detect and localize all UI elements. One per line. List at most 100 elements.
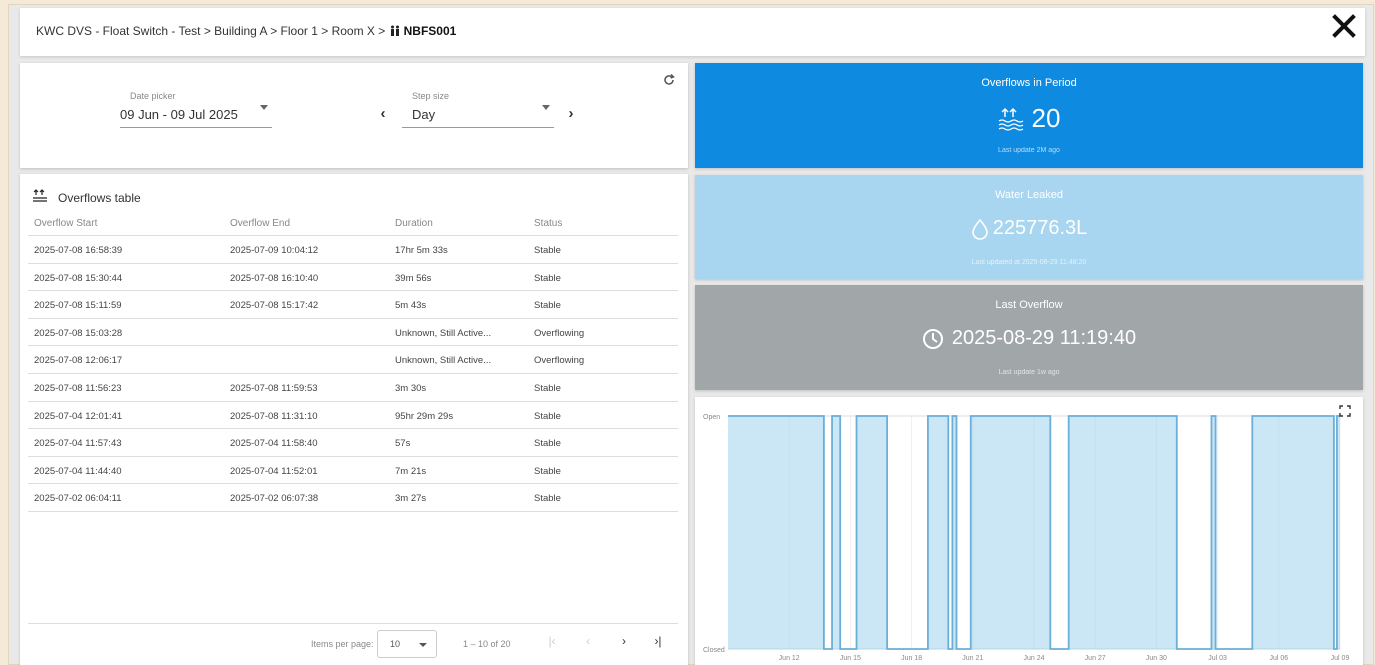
column-header[interactable]: Status	[534, 218, 562, 229]
clock-icon	[922, 328, 943, 349]
refresh-icon[interactable]	[662, 73, 676, 87]
cell-overflow-start: 2025-07-08 15:30:44	[34, 272, 123, 284]
cell-status: Overflowing	[534, 327, 585, 339]
breadcrumb: KWC DVS - Float Switch - Test > Building…	[36, 24, 456, 38]
step-prev-button[interactable]: ‹	[376, 105, 390, 122]
cell-duration: 5m 43s	[395, 300, 427, 312]
cell-overflow-start: 2025-07-08 15:11:59	[34, 300, 122, 312]
chevron-down-icon	[542, 105, 550, 110]
chevron-down-icon	[419, 643, 427, 647]
table-row[interactable]: 2025-07-08 15:03:28 Unknown, Still Active…	[28, 319, 678, 347]
last-page-button[interactable]: ›|	[650, 634, 666, 652]
column-header[interactable]: Overflow Start	[34, 218, 97, 229]
x-tick-label: Jun 12	[779, 655, 800, 662]
prev-page-button[interactable]: ‹	[580, 634, 596, 652]
table-row[interactable]: 2025-07-08 15:11:59 2025-07-08 15:17:42 5m…	[28, 291, 678, 319]
overflows-table-card: Overflows table Overflow Start Overflow …	[20, 174, 688, 665]
tile-value-row: 20	[695, 103, 1363, 134]
next-page-button[interactable]: ›	[616, 634, 632, 652]
cell-overflow-end: 2025-07-08 16:10:40	[230, 272, 319, 284]
x-tick-label: Jul 06	[1269, 655, 1288, 662]
water-leaked-value: 225776.3L	[992, 217, 1088, 239]
column-header[interactable]: Duration	[395, 218, 433, 229]
cell-overflow-end: 2025-07-09 10:04:12	[230, 245, 319, 256]
people-icon	[390, 25, 399, 36]
x-tick-label: Jul 03	[1208, 655, 1227, 662]
cell-duration: 95hr 29m 29s	[395, 410, 454, 422]
water-leaked-tile: Water Leaked 225776.3L Last updated at 2…	[695, 175, 1363, 279]
step-size-select[interactable]: Step size Day	[402, 91, 554, 128]
items-per-page-label: Items per page:	[311, 639, 374, 649]
fullscreen-icon[interactable]	[1339, 405, 1351, 417]
cell-overflow-end: 2025-07-08 11:31:10	[230, 410, 318, 422]
x-tick-label: Jun 24	[1023, 655, 1044, 662]
date-picker[interactable]: Date picker 09 Jun - 09 Jul 2025	[120, 91, 272, 128]
table-row[interactable]: 2025-07-04 11:57:43 2025-07-04 11:58:40 57…	[28, 429, 678, 457]
breadcrumb-path[interactable]: KWC DVS - Float Switch - Test > Building…	[36, 24, 385, 38]
cell-overflow-end: 2025-07-02 06:07:38	[230, 493, 319, 505]
cell-duration: 3m 30s	[395, 382, 427, 394]
tile-subtitle: Last update 2M ago	[998, 147, 1060, 154]
step-next-button[interactable]: ›	[564, 105, 578, 122]
table-row[interactable]: 2025-07-08 15:30:44 2025-07-08 16:10:40 39…	[28, 264, 678, 292]
cell-status: Stable	[534, 382, 561, 394]
cell-overflow-end: 2025-07-04 11:58:40	[230, 438, 318, 450]
tile-title: Last Overflow	[995, 299, 1063, 311]
device-name: NBFS001	[403, 24, 457, 38]
table-row[interactable]: 2025-07-04 11:44:40 2025-07-04 11:52:01 7m…	[28, 457, 678, 485]
cell-overflow-start: 2025-07-04 11:44:40	[34, 465, 122, 477]
x-tick-label: Jun 15	[840, 655, 861, 662]
date-picker-label: Date picker	[130, 91, 176, 101]
overflows-in-period-tile: Overflows in Period 20 Last update 2M ag…	[695, 63, 1363, 168]
cell-overflow-start: 2025-07-08 12:06:17	[34, 355, 123, 367]
table-body: 2025-07-08 16:58:39 2025-07-09 10:04:12 17…	[28, 236, 678, 512]
cell-status: Stable	[534, 493, 561, 505]
water-level-icon	[998, 107, 1023, 131]
first-page-button[interactable]: |‹	[544, 634, 560, 652]
cell-status: Stable	[534, 465, 561, 477]
column-header[interactable]: Overflow End	[230, 218, 290, 229]
cell-status: Stable	[534, 272, 561, 284]
cell-overflow-start: 2025-07-08 16:58:39	[34, 245, 123, 256]
cell-status: Stable	[534, 438, 561, 450]
table-row[interactable]: 2025-07-08 12:06:17 Unknown, Still Active…	[28, 346, 678, 374]
tile-title: Water Leaked	[994, 189, 1064, 201]
cell-duration: 39m 56s	[395, 272, 432, 284]
x-tick-label: Jun 27	[1085, 655, 1106, 662]
table-row[interactable]: 2025-07-08 16:58:39 2025-07-09 10:04:12 17…	[28, 236, 678, 264]
cell-overflow-start: 2025-07-04 11:57:43	[34, 438, 122, 450]
cell-duration: Unknown, Still Active...	[395, 355, 492, 367]
x-tick-label: Jun 30	[1146, 655, 1167, 662]
water-level-icon	[33, 189, 47, 202]
cell-status: Stable	[534, 245, 561, 256]
x-tick-label: Jun 18	[901, 655, 922, 662]
date-picker-value: 09 Jun - 09 Jul 2025	[120, 107, 238, 122]
step-size-value: Day	[412, 107, 436, 122]
close-icon[interactable]	[1331, 13, 1357, 39]
cell-duration: Unknown, Still Active...	[395, 327, 492, 339]
paginator: Items per page: 10 1 – 10 of 20 |‹ ‹ › ›…	[28, 623, 678, 663]
cell-overflow-start: 2025-07-04 12:01:41	[34, 410, 123, 422]
tile-value-row: 2025-08-29 11:19:40	[695, 327, 1363, 350]
table-title: Overflows table	[58, 191, 141, 205]
table-row[interactable]: 2025-07-08 11:56:23 2025-07-08 11:59:53 3m…	[28, 374, 678, 402]
tile-subtitle: Last updated at 2025-08-29 11:48:20	[971, 259, 1087, 266]
cell-duration: 3m 27s	[395, 493, 427, 505]
cell-overflow-start: 2025-07-02 06:04:11	[34, 493, 122, 505]
x-tick-label: Jun 21	[962, 655, 983, 662]
items-per-page-select[interactable]: 10	[377, 630, 437, 658]
table-row[interactable]: 2025-07-02 06:04:11 2025-07-02 06:07:38 3m…	[28, 484, 678, 512]
table-row[interactable]: 2025-07-04 12:01:41 2025-07-08 11:31:10 95…	[28, 402, 678, 430]
step-size-label: Step size	[412, 91, 450, 101]
overflow-state-chart: Closed Open Jun 12 Jun 15 Jun 18 Jun 21 Jun 24…	[703, 414, 1349, 662]
cell-overflow-start: 2025-07-08 11:56:23	[34, 382, 122, 394]
tile-subtitle: Last update 1w ago	[998, 369, 1060, 376]
state-area	[728, 416, 1340, 649]
cell-overflow-end: 2025-07-08 15:17:42	[230, 300, 319, 312]
table-header: Overflow Start Overflow End Duration Sta…	[28, 214, 678, 236]
water-drop-icon	[971, 218, 988, 240]
cell-status: Overflowing	[534, 355, 585, 367]
y-tick-label: Open	[703, 414, 720, 421]
overflows-count: 20	[1031, 103, 1061, 133]
items-per-page-value: 10	[390, 639, 401, 649]
